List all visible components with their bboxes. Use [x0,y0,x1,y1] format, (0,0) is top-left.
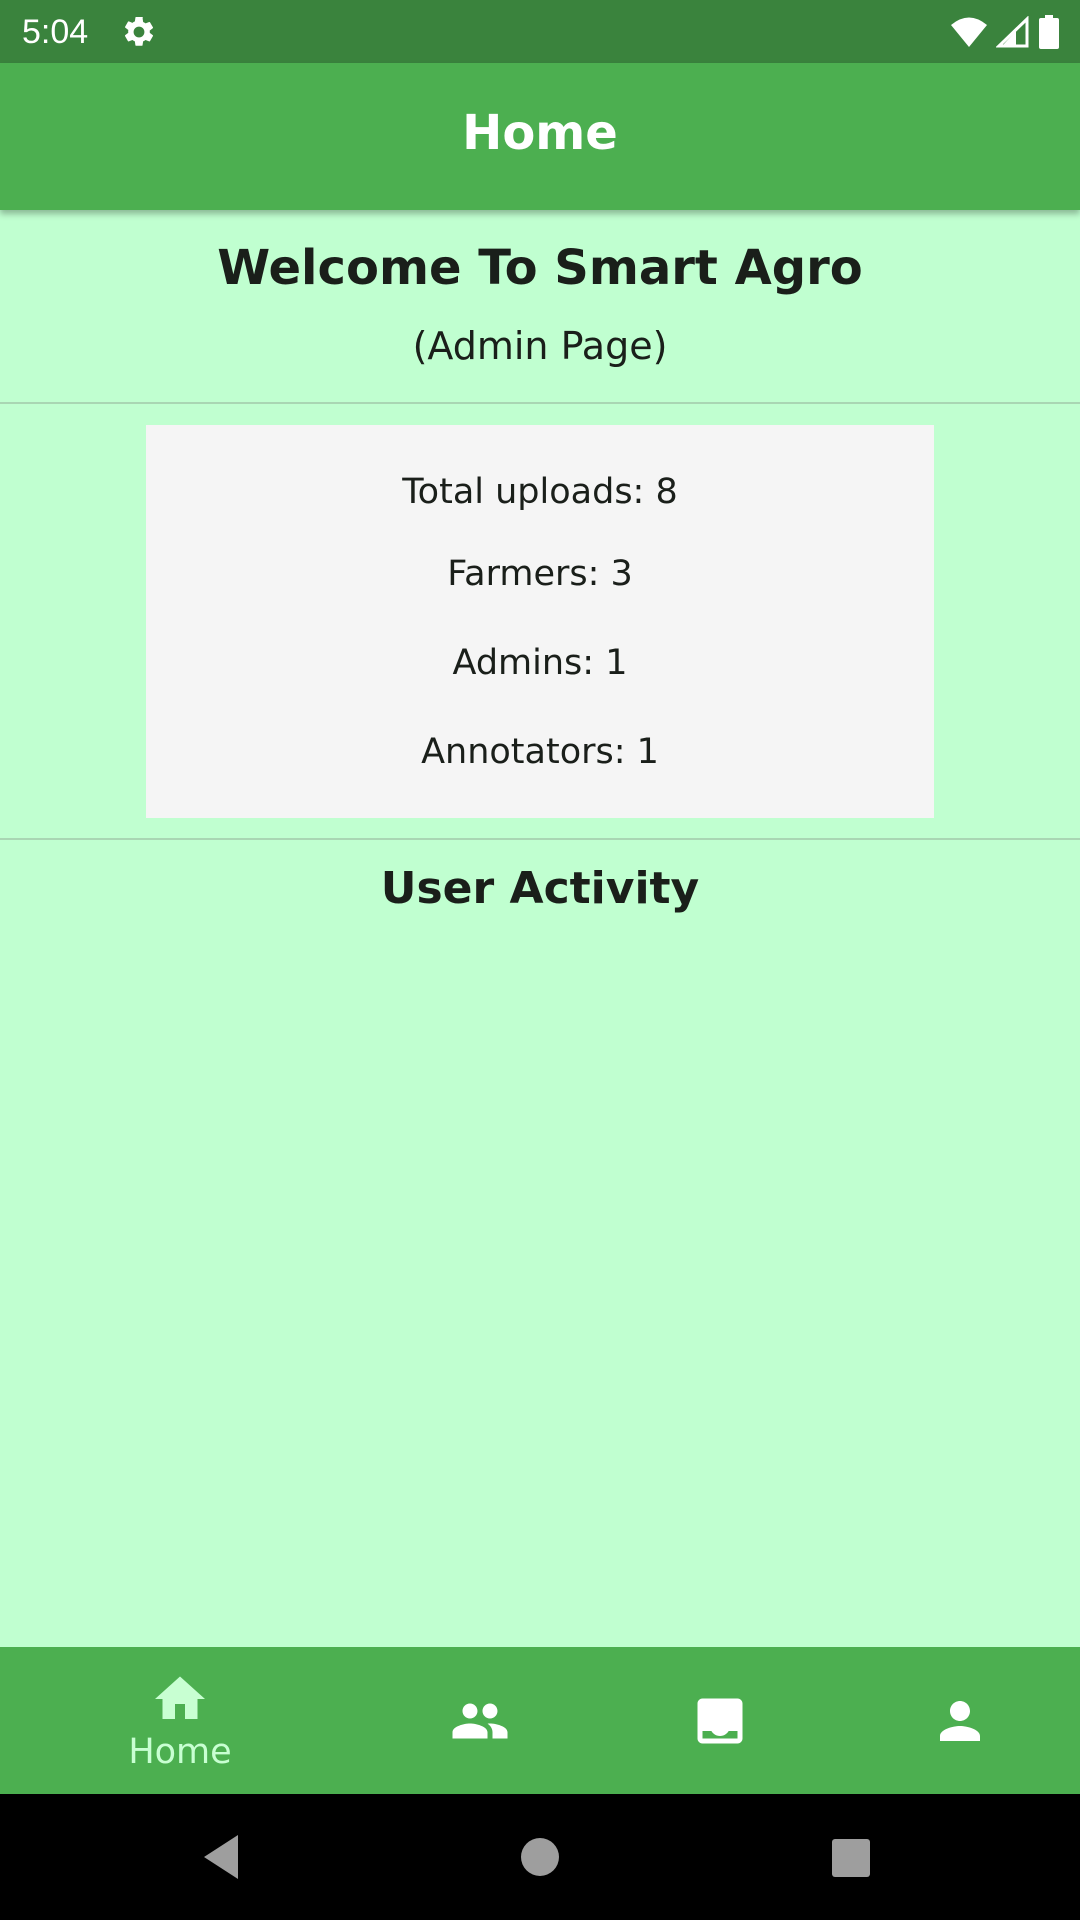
status-time: 5:04 [22,13,89,51]
stat-admins: Admins: 1 [452,643,628,683]
person-icon [940,1701,980,1741]
app-bar: Home [0,63,1080,210]
home-icon [155,1676,205,1719]
stat-total-uploads: Total uploads: 8 [402,472,678,512]
screen: 5:04 Home Welcome To Smart Agro (Admin P… [0,0,1080,1920]
wifi-icon [951,17,987,47]
divider [0,402,1080,404]
nav-item-profile[interactable] [840,1647,1080,1794]
recents-icon[interactable] [820,1827,880,1887]
stat-farmers: Farmers: 3 [447,554,633,594]
welcome-title: Welcome To Smart Agro [217,240,863,296]
nav-item-users[interactable] [360,1647,600,1794]
nav-item-home[interactable]: Home [60,1647,300,1794]
status-icons [950,14,1060,50]
people-icon [452,1703,508,1739]
nav-item-upload[interactable] [600,1647,840,1794]
battery-icon [1039,15,1059,49]
upload-icon [697,1698,743,1744]
home-circle-icon[interactable] [510,1827,570,1887]
page-title: Home [462,105,618,161]
bottom-nav: Home [0,1647,1080,1794]
signal-icon [996,16,1029,48]
settings-icon [124,16,154,46]
back-icon[interactable] [196,1827,256,1887]
welcome-subtitle: (Admin Page) [412,324,668,368]
nav-label-home: Home [128,1732,232,1772]
divider [0,838,1080,840]
system-nav-bar [0,1794,1080,1920]
stat-annotators: Annotators: 1 [421,732,659,772]
user-activity-title: User Activity [380,863,700,914]
status-bar: 5:04 [0,0,1080,63]
